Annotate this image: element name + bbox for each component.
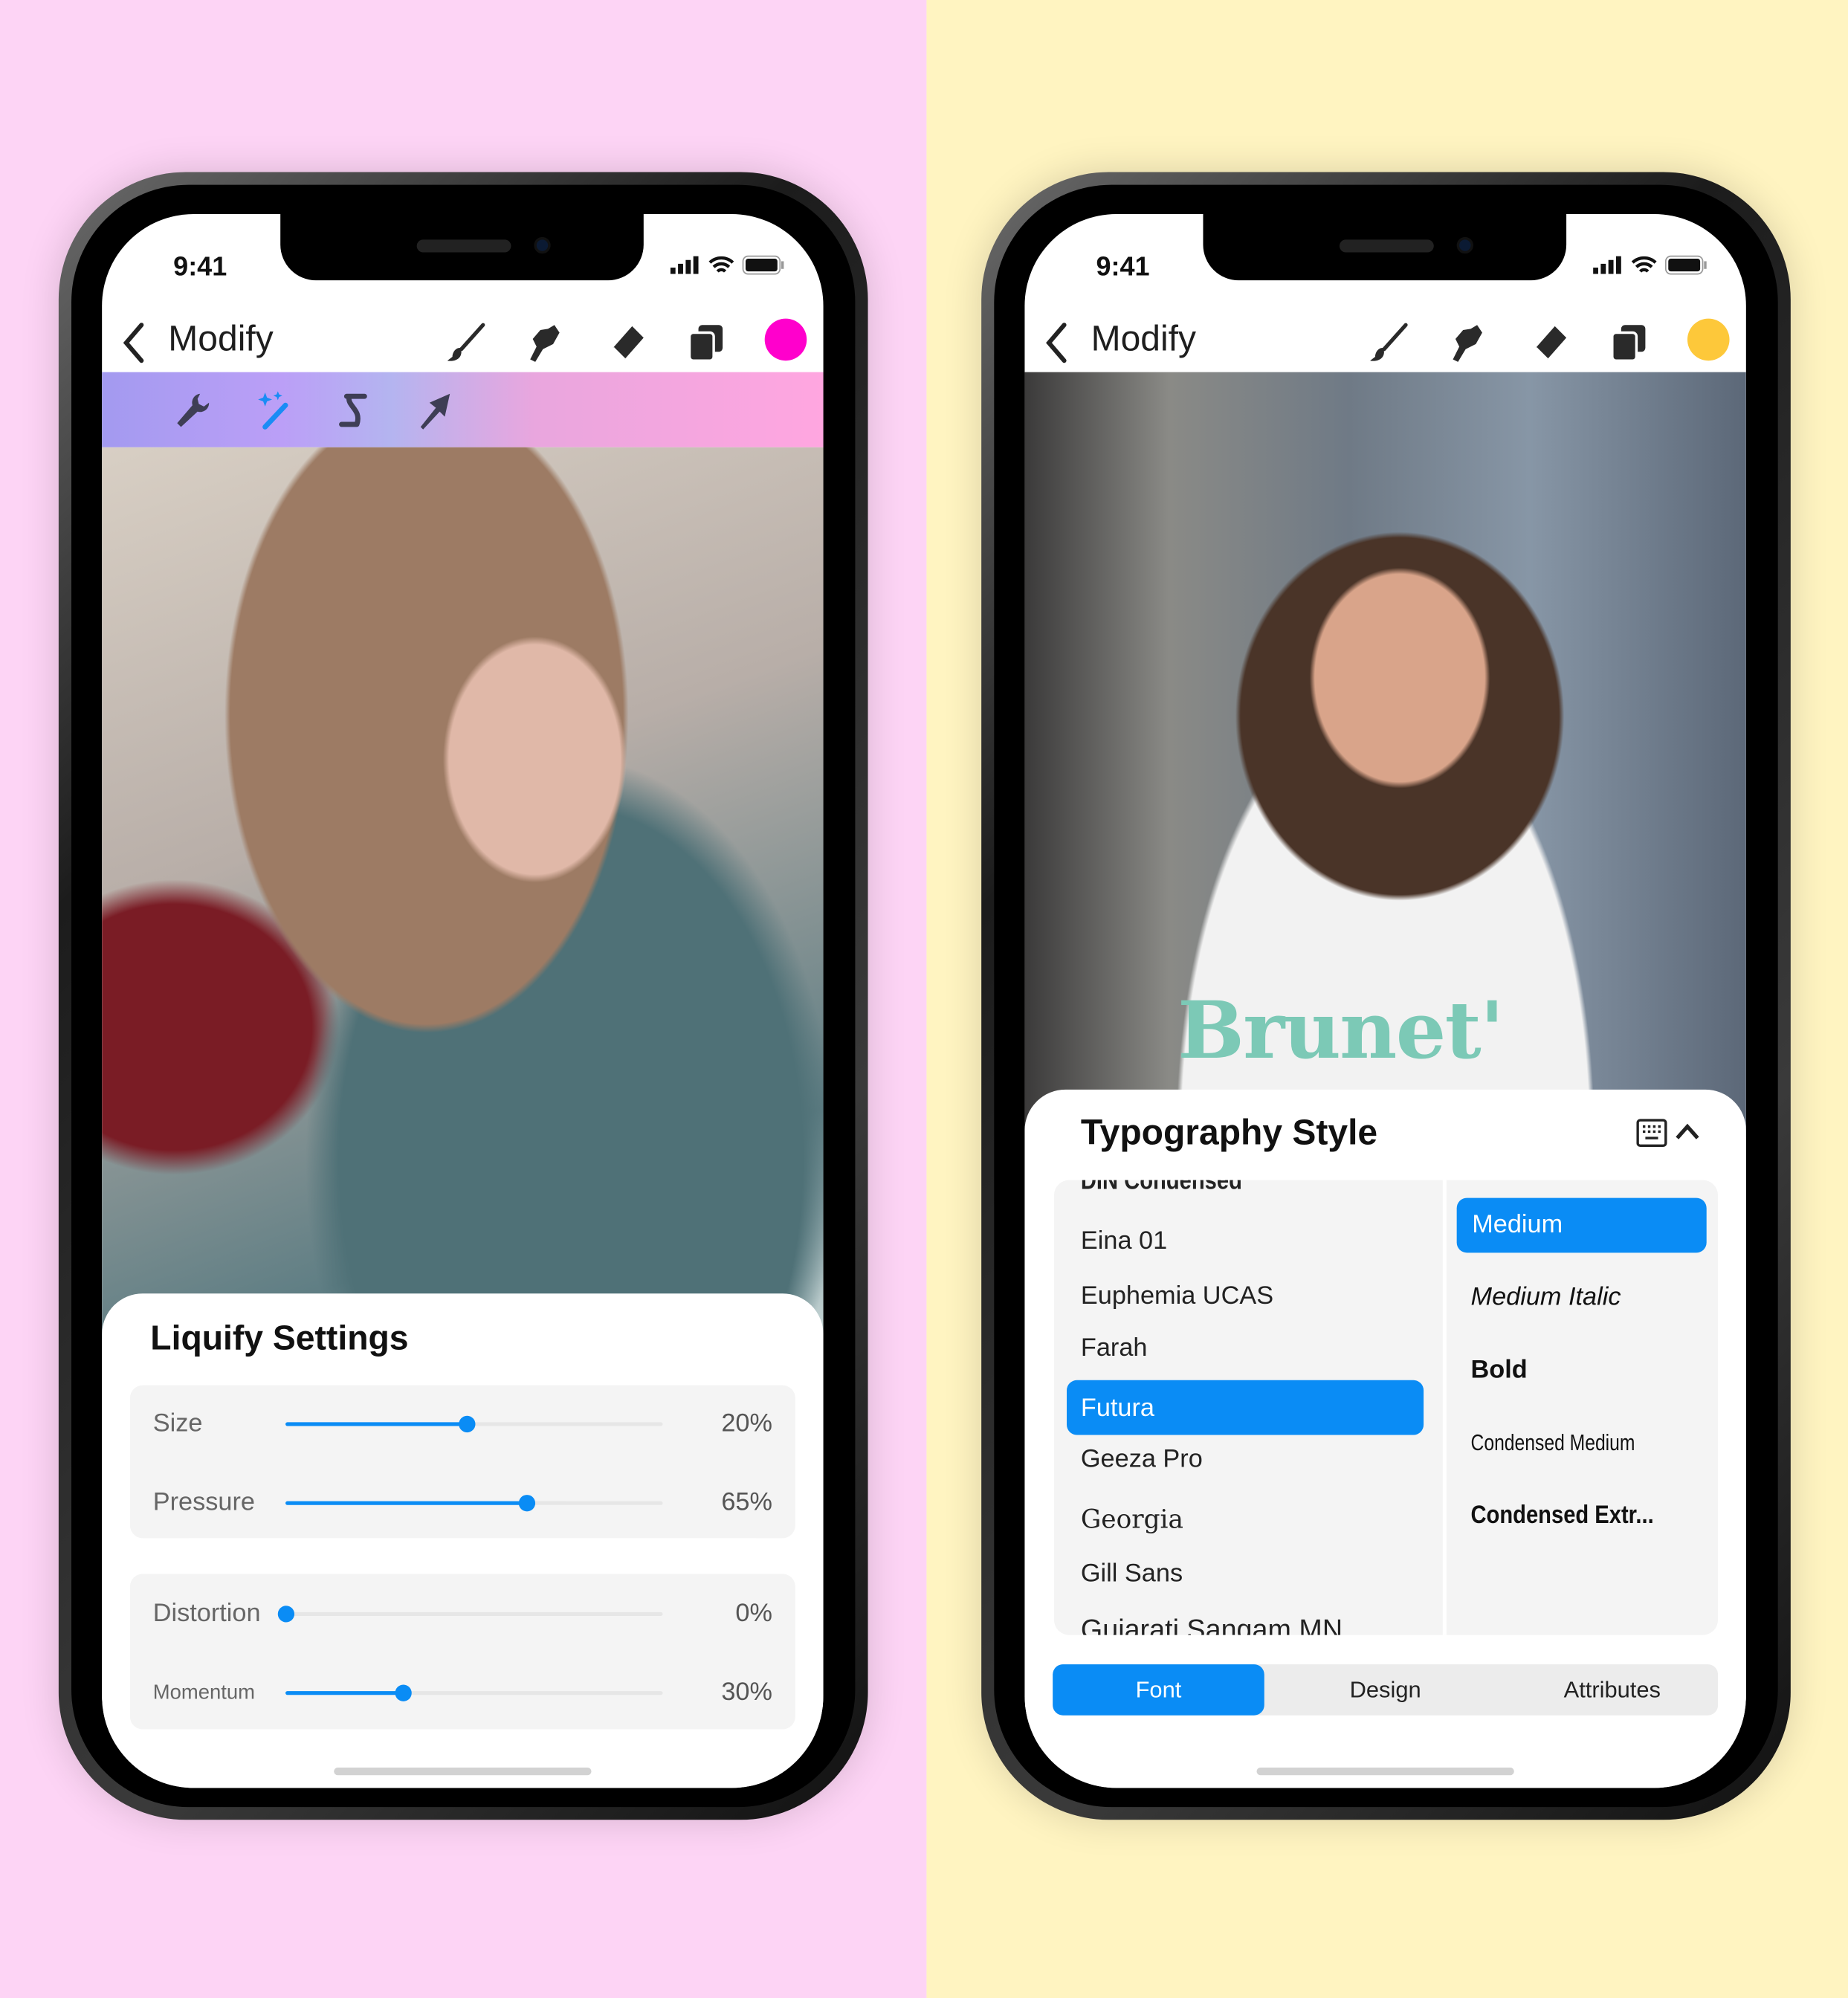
font-item[interactable]: DIN Condensed <box>1081 1180 1242 1197</box>
screen-left: 9:41 Modify Liquify Settings Size 20% Pr… <box>102 214 824 1788</box>
sheet-title: Liquify Settings <box>150 1319 409 1357</box>
chevron-left-icon[interactable] <box>1042 321 1070 364</box>
phone-right: 9:41 Modify Brunet' Typography Style DIN… <box>981 172 1791 1820</box>
notch <box>1203 214 1567 281</box>
slider-thumb[interactable] <box>277 1606 295 1623</box>
slider-value: 20% <box>721 1409 772 1438</box>
font-item[interactable]: Georgia <box>1081 1504 1183 1534</box>
slider-value: 30% <box>721 1678 772 1707</box>
tab-design[interactable]: Design <box>1272 1664 1499 1716</box>
font-item[interactable]: Farah <box>1081 1334 1148 1363</box>
shirt-print-text: Brunet' <box>1177 983 1504 1077</box>
status-icons <box>670 255 785 275</box>
pressure-slider-row: Pressure 65% <box>130 1484 795 1522</box>
font-item[interactable]: Gujarati Sangam MN <box>1081 1614 1343 1635</box>
chevron-up-icon[interactable] <box>1673 1122 1702 1142</box>
segmented-control: Font Design Attributes <box>1053 1664 1719 1716</box>
distortion-slider-row: Distortion 0% <box>130 1594 795 1632</box>
screen-right: 9:41 Modify Brunet' Typography Style DIN… <box>1024 214 1746 1788</box>
momentum-slider[interactable] <box>285 1684 663 1701</box>
slider-label: Size <box>152 1409 203 1438</box>
slider-label: Pressure <box>152 1488 255 1517</box>
size-slider-row: Size 20% <box>130 1404 795 1442</box>
sheet-title: Typography Style <box>1080 1112 1378 1152</box>
home-indicator[interactable] <box>1256 1767 1514 1776</box>
eraser-icon[interactable] <box>1527 321 1570 364</box>
nav-title[interactable]: Modify <box>1091 319 1196 360</box>
font-picker: DIN Condensed Eina 01 Euphemia UCAS Fara… <box>1053 1180 1719 1635</box>
picker-divider <box>1442 1180 1447 1635</box>
style-item-label: Medium <box>1472 1210 1563 1239</box>
slider-group-1: Size 20% Pressure 65% <box>129 1385 795 1539</box>
layers-icon[interactable] <box>1607 321 1650 364</box>
style-item[interactable]: Condensed Medium <box>1471 1430 1635 1457</box>
nav-bar: Modify <box>1024 314 1745 372</box>
font-item[interactable]: Eina 01 <box>1081 1227 1167 1256</box>
size-slider[interactable] <box>285 1415 663 1433</box>
font-item[interactable]: Gill Sans <box>1081 1560 1183 1589</box>
battery-icon <box>742 255 784 275</box>
layers-icon[interactable] <box>685 321 728 364</box>
style-item[interactable]: Condensed Extr... <box>1471 1501 1654 1530</box>
typography-style-sheet: Typography Style DIN Condensed Eina 01 E… <box>1024 1089 1746 1788</box>
eraser-icon[interactable] <box>604 321 647 364</box>
pressure-slider[interactable] <box>285 1495 663 1512</box>
arrow-icon[interactable] <box>414 390 455 431</box>
color-swatch[interactable] <box>764 318 807 361</box>
liquify-icon[interactable] <box>334 390 375 431</box>
tab-font[interactable]: Font <box>1053 1664 1264 1716</box>
tab-attributes[interactable]: Attributes <box>1499 1664 1725 1716</box>
brush-icon[interactable] <box>444 321 487 364</box>
signal-icon <box>670 256 699 274</box>
portrait-photo: Brunet' <box>1024 372 1746 1137</box>
battery-icon <box>1664 255 1707 275</box>
slider-thumb[interactable] <box>459 1415 476 1433</box>
magic-wand-icon[interactable] <box>255 390 296 431</box>
slider-thumb[interactable] <box>395 1684 412 1701</box>
style-item-selected[interactable]: Medium <box>1456 1197 1707 1253</box>
slider-thumb[interactable] <box>519 1495 536 1512</box>
font-item[interactable]: Geeza Pro <box>1081 1445 1203 1474</box>
slider-value: 0% <box>735 1599 772 1628</box>
slider-label: Distortion <box>152 1599 261 1628</box>
wifi-icon <box>708 256 734 272</box>
font-item-label: Futura <box>1080 1394 1154 1423</box>
subtoolbar <box>102 372 824 447</box>
slider-value: 65% <box>721 1488 772 1517</box>
status-time: 9:41 <box>173 252 227 282</box>
nav-title[interactable]: Modify <box>168 319 273 360</box>
slider-group-2: Distortion 0% Momentum 30% <box>129 1574 795 1730</box>
color-swatch[interactable] <box>1687 318 1730 361</box>
font-item-selected[interactable]: Futura <box>1067 1380 1424 1435</box>
chevron-left-icon[interactable] <box>120 321 148 364</box>
nav-bar: Modify <box>102 314 823 372</box>
wrench-icon[interactable] <box>172 390 213 431</box>
liquify-settings-sheet: Liquify Settings Size 20% Pressure 65% D… <box>102 1293 824 1788</box>
status-icons <box>1593 255 1708 275</box>
portrait-photo <box>102 447 824 1339</box>
style-item[interactable]: Medium Italic <box>1471 1283 1621 1312</box>
font-item[interactable]: Euphemia UCAS <box>1081 1282 1273 1311</box>
signal-icon <box>1593 256 1621 274</box>
home-indicator[interactable] <box>334 1767 592 1776</box>
status-time: 9:41 <box>1096 252 1150 282</box>
momentum-slider-row: Momentum 30% <box>130 1673 795 1711</box>
smudge-icon[interactable] <box>524 321 567 364</box>
notch <box>280 214 644 281</box>
distortion-slider[interactable] <box>277 1606 663 1623</box>
style-item[interactable]: Bold <box>1471 1356 1528 1385</box>
keyboard-icon[interactable] <box>1636 1118 1667 1148</box>
smudge-icon[interactable] <box>1447 321 1490 364</box>
wifi-icon <box>1631 256 1657 272</box>
phone-left: 9:41 Modify Liquify Settings Size 20% Pr… <box>58 172 868 1820</box>
slider-label: Momentum <box>152 1682 255 1704</box>
brush-icon[interactable] <box>1366 321 1409 364</box>
